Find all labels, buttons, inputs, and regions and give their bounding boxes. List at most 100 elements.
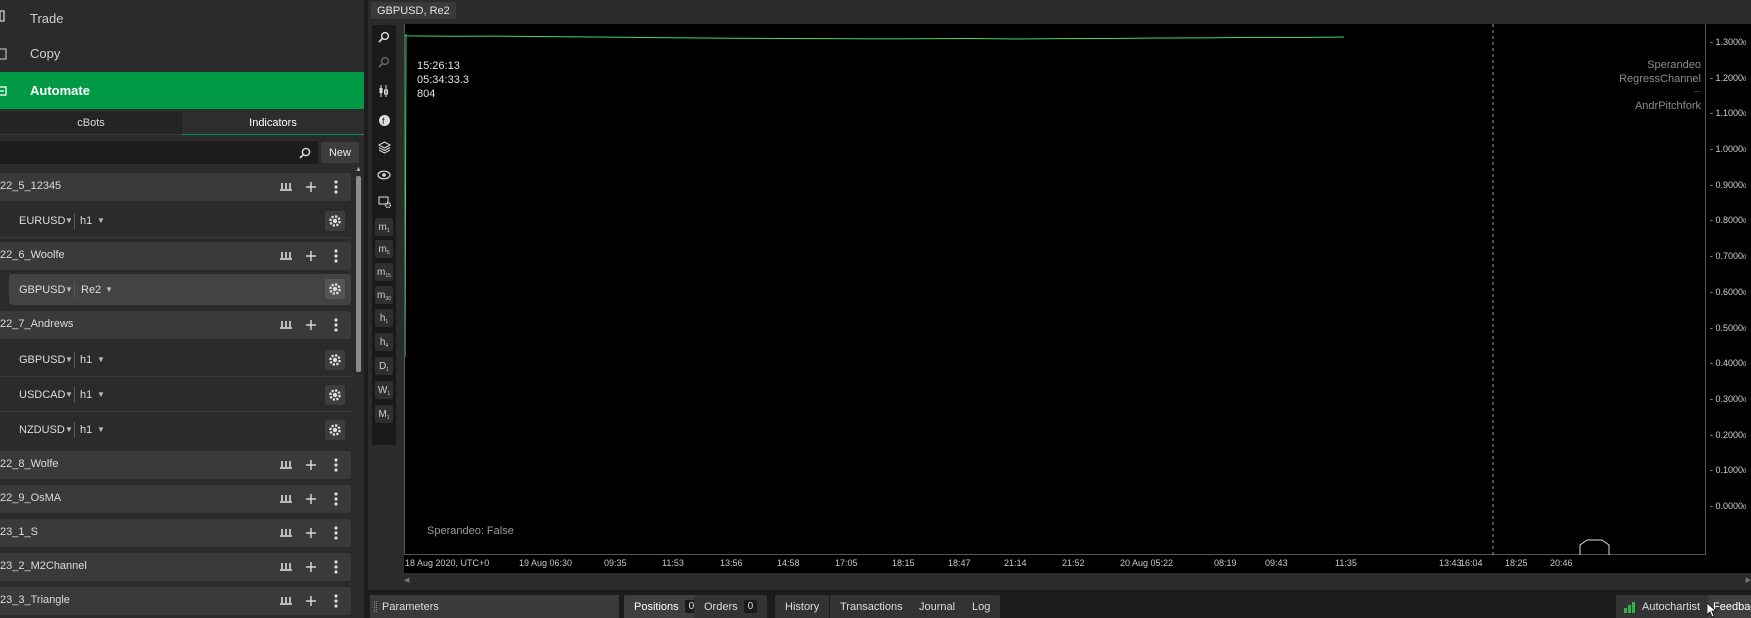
chevron-down-icon[interactable]: ▼: [65, 355, 73, 364]
chevron-down-icon[interactable]: ▼: [65, 425, 73, 434]
nav-trade[interactable]: Trade: [0, 0, 364, 37]
add-instance-icon[interactable]: [301, 315, 321, 335]
eye-icon[interactable]: [375, 166, 393, 184]
tab-indicators[interactable]: Indicators: [182, 112, 364, 135]
price-chart: [405, 24, 1610, 555]
more-icon[interactable]: [326, 591, 346, 611]
tab-orders[interactable]: Orders 0: [694, 595, 768, 618]
bot-row[interactable]: 22_5_12345: [0, 173, 351, 201]
search-icon[interactable]: [296, 144, 314, 162]
x-axis[interactable]: 18 Aug 2020, UTC+0 19 Aug 06:30 09:35 11:53…: [404, 555, 1705, 573]
gear-icon[interactable]: [325, 385, 345, 405]
chevron-down-icon[interactable]: ▼: [105, 285, 113, 294]
chart-tab[interactable]: GBPUSD, Re2: [371, 2, 456, 19]
bot-row[interactable]: 23_1_S: [0, 519, 351, 547]
bot-name: 22_5_12345: [0, 180, 62, 192]
tab-history[interactable]: History: [775, 595, 830, 618]
add-instance-icon[interactable]: [301, 246, 321, 266]
chevron-down-icon[interactable]: ▼: [97, 425, 105, 434]
instances-icon[interactable]: [276, 523, 296, 543]
timeframe-m15-button[interactable]: m 15: [375, 263, 393, 281]
timeframe-d1-button[interactable]: D1: [375, 357, 393, 375]
autochartist-button[interactable]: Autochartist: [1616, 595, 1709, 618]
instance-row-selected[interactable]: GBPUSD ▼ Re2 ▼: [9, 274, 351, 305]
parameters-panel-tab[interactable]: Parameters: [370, 595, 619, 618]
more-icon[interactable]: [326, 246, 346, 266]
timeframe-m5-button[interactable]: m5: [375, 240, 393, 258]
layers-icon[interactable]: [375, 138, 393, 156]
bot-row[interactable]: 23_3_Triangle: [0, 587, 351, 615]
timeframe-m30-button[interactable]: m 30: [375, 286, 393, 304]
chart-type-icon[interactable]: [375, 82, 393, 100]
more-icon[interactable]: [326, 523, 346, 543]
nav-copy[interactable]: Copy: [0, 35, 364, 72]
gear-icon[interactable]: [325, 279, 345, 299]
chevron-down-icon[interactable]: ▼: [65, 285, 73, 294]
more-icon[interactable]: [326, 177, 346, 197]
chevron-down-icon[interactable]: ▼: [97, 355, 105, 364]
instances-icon[interactable]: [276, 246, 296, 266]
instances-icon[interactable]: [276, 177, 296, 197]
chart-settings-icon[interactable]: [375, 192, 393, 210]
add-instance-icon[interactable]: [301, 489, 321, 509]
scroll-left-icon[interactable]: ◀: [404, 576, 409, 584]
y-tick-label: - 0.40000: [1710, 358, 1747, 369]
instances-icon[interactable]: [276, 557, 296, 577]
nav-automate[interactable]: Automate: [0, 72, 364, 109]
gear-icon[interactable]: [325, 350, 345, 370]
more-icon[interactable]: [326, 557, 346, 577]
chevron-down-icon[interactable]: ▼: [65, 390, 73, 399]
instance-row[interactable]: USDCAD ▼ h1 ▼: [0, 378, 351, 412]
timeframe-h1-button[interactable]: h1: [375, 309, 393, 327]
horizontal-scrollbar[interactable]: ◀ ▶: [404, 576, 1751, 586]
chevron-down-icon[interactable]: ▼: [97, 390, 105, 399]
search-input[interactable]: [0, 141, 318, 164]
tab-cbots[interactable]: cBots: [0, 112, 182, 135]
timeframe-m1-button[interactable]: m1: [375, 218, 393, 236]
scrollbar-thumb[interactable]: [356, 176, 361, 372]
timeframe-mn1-button[interactable]: M1: [375, 405, 393, 423]
instance-symbol: GBPUSD: [19, 284, 66, 296]
chevron-down-icon[interactable]: ▼: [97, 216, 105, 225]
bot-row[interactable]: 23_2_M2Channel: [0, 553, 351, 581]
new-button[interactable]: New: [321, 142, 359, 163]
timeframe-w1-button[interactable]: W1: [375, 381, 393, 399]
tab-log[interactable]: Log: [962, 595, 1001, 618]
more-icon[interactable]: [326, 455, 346, 475]
add-instance-icon[interactable]: [301, 177, 321, 197]
gear-icon[interactable]: [325, 420, 345, 440]
instance-row[interactable]: GBPUSD ▼ h1 ▼: [0, 343, 351, 377]
instance-row[interactable]: NZDUSD ▼ h1 ▼: [0, 413, 351, 447]
chevron-down-icon[interactable]: ▼: [65, 216, 73, 225]
zoom-in-icon[interactable]: [375, 28, 393, 46]
add-instance-icon[interactable]: [301, 591, 321, 611]
indicator-icon[interactable]: f: [375, 111, 393, 129]
instance-row[interactable]: EURUSD ▼ h1 ▼: [0, 204, 351, 238]
instances-icon[interactable]: [276, 489, 296, 509]
scroll-right-icon[interactable]: ▶: [1746, 576, 1751, 584]
more-icon[interactable]: [326, 489, 346, 509]
instances-icon[interactable]: [276, 455, 296, 475]
add-instance-icon[interactable]: [301, 523, 321, 543]
add-instance-icon[interactable]: [301, 557, 321, 577]
chart-plot-area[interactable]: 15:26:13 05:34:33.3 804 Sperandeo Regres…: [404, 24, 1705, 555]
bot-row[interactable]: 22_9_OsMA: [0, 485, 351, 513]
scroll-up-icon[interactable]: ▲: [355, 166, 362, 173]
tab-journal[interactable]: Journal: [909, 595, 966, 618]
instances-icon[interactable]: [276, 591, 296, 611]
timeframe-h4-button[interactable]: h4: [375, 333, 393, 351]
legend-regresschannel: RegressChannel: [1619, 73, 1701, 85]
instances-icon[interactable]: [276, 315, 296, 335]
scroll-handle-icon[interactable]: [1579, 539, 1610, 555]
bottom-bar: Parameters Positions 0 Orders 0 History Tr…: [364, 590, 1751, 618]
zoom-out-icon[interactable]: [375, 53, 393, 71]
bot-row[interactable]: 22_6_Woolfe: [0, 242, 351, 270]
add-instance-icon[interactable]: [301, 455, 321, 475]
tab-transactions[interactable]: Transactions: [830, 595, 913, 618]
trade-icon: [0, 10, 5, 22]
gear-icon[interactable]: [325, 211, 345, 231]
y-axis[interactable]: - 1.30000 - 1.20000 - 1.10000 - 1.00000 - 0.…: [1705, 24, 1751, 555]
more-icon[interactable]: [326, 315, 346, 335]
bot-row[interactable]: 22_7_Andrews: [0, 311, 351, 339]
bot-row[interactable]: 22_8_Wolfe: [0, 451, 351, 479]
